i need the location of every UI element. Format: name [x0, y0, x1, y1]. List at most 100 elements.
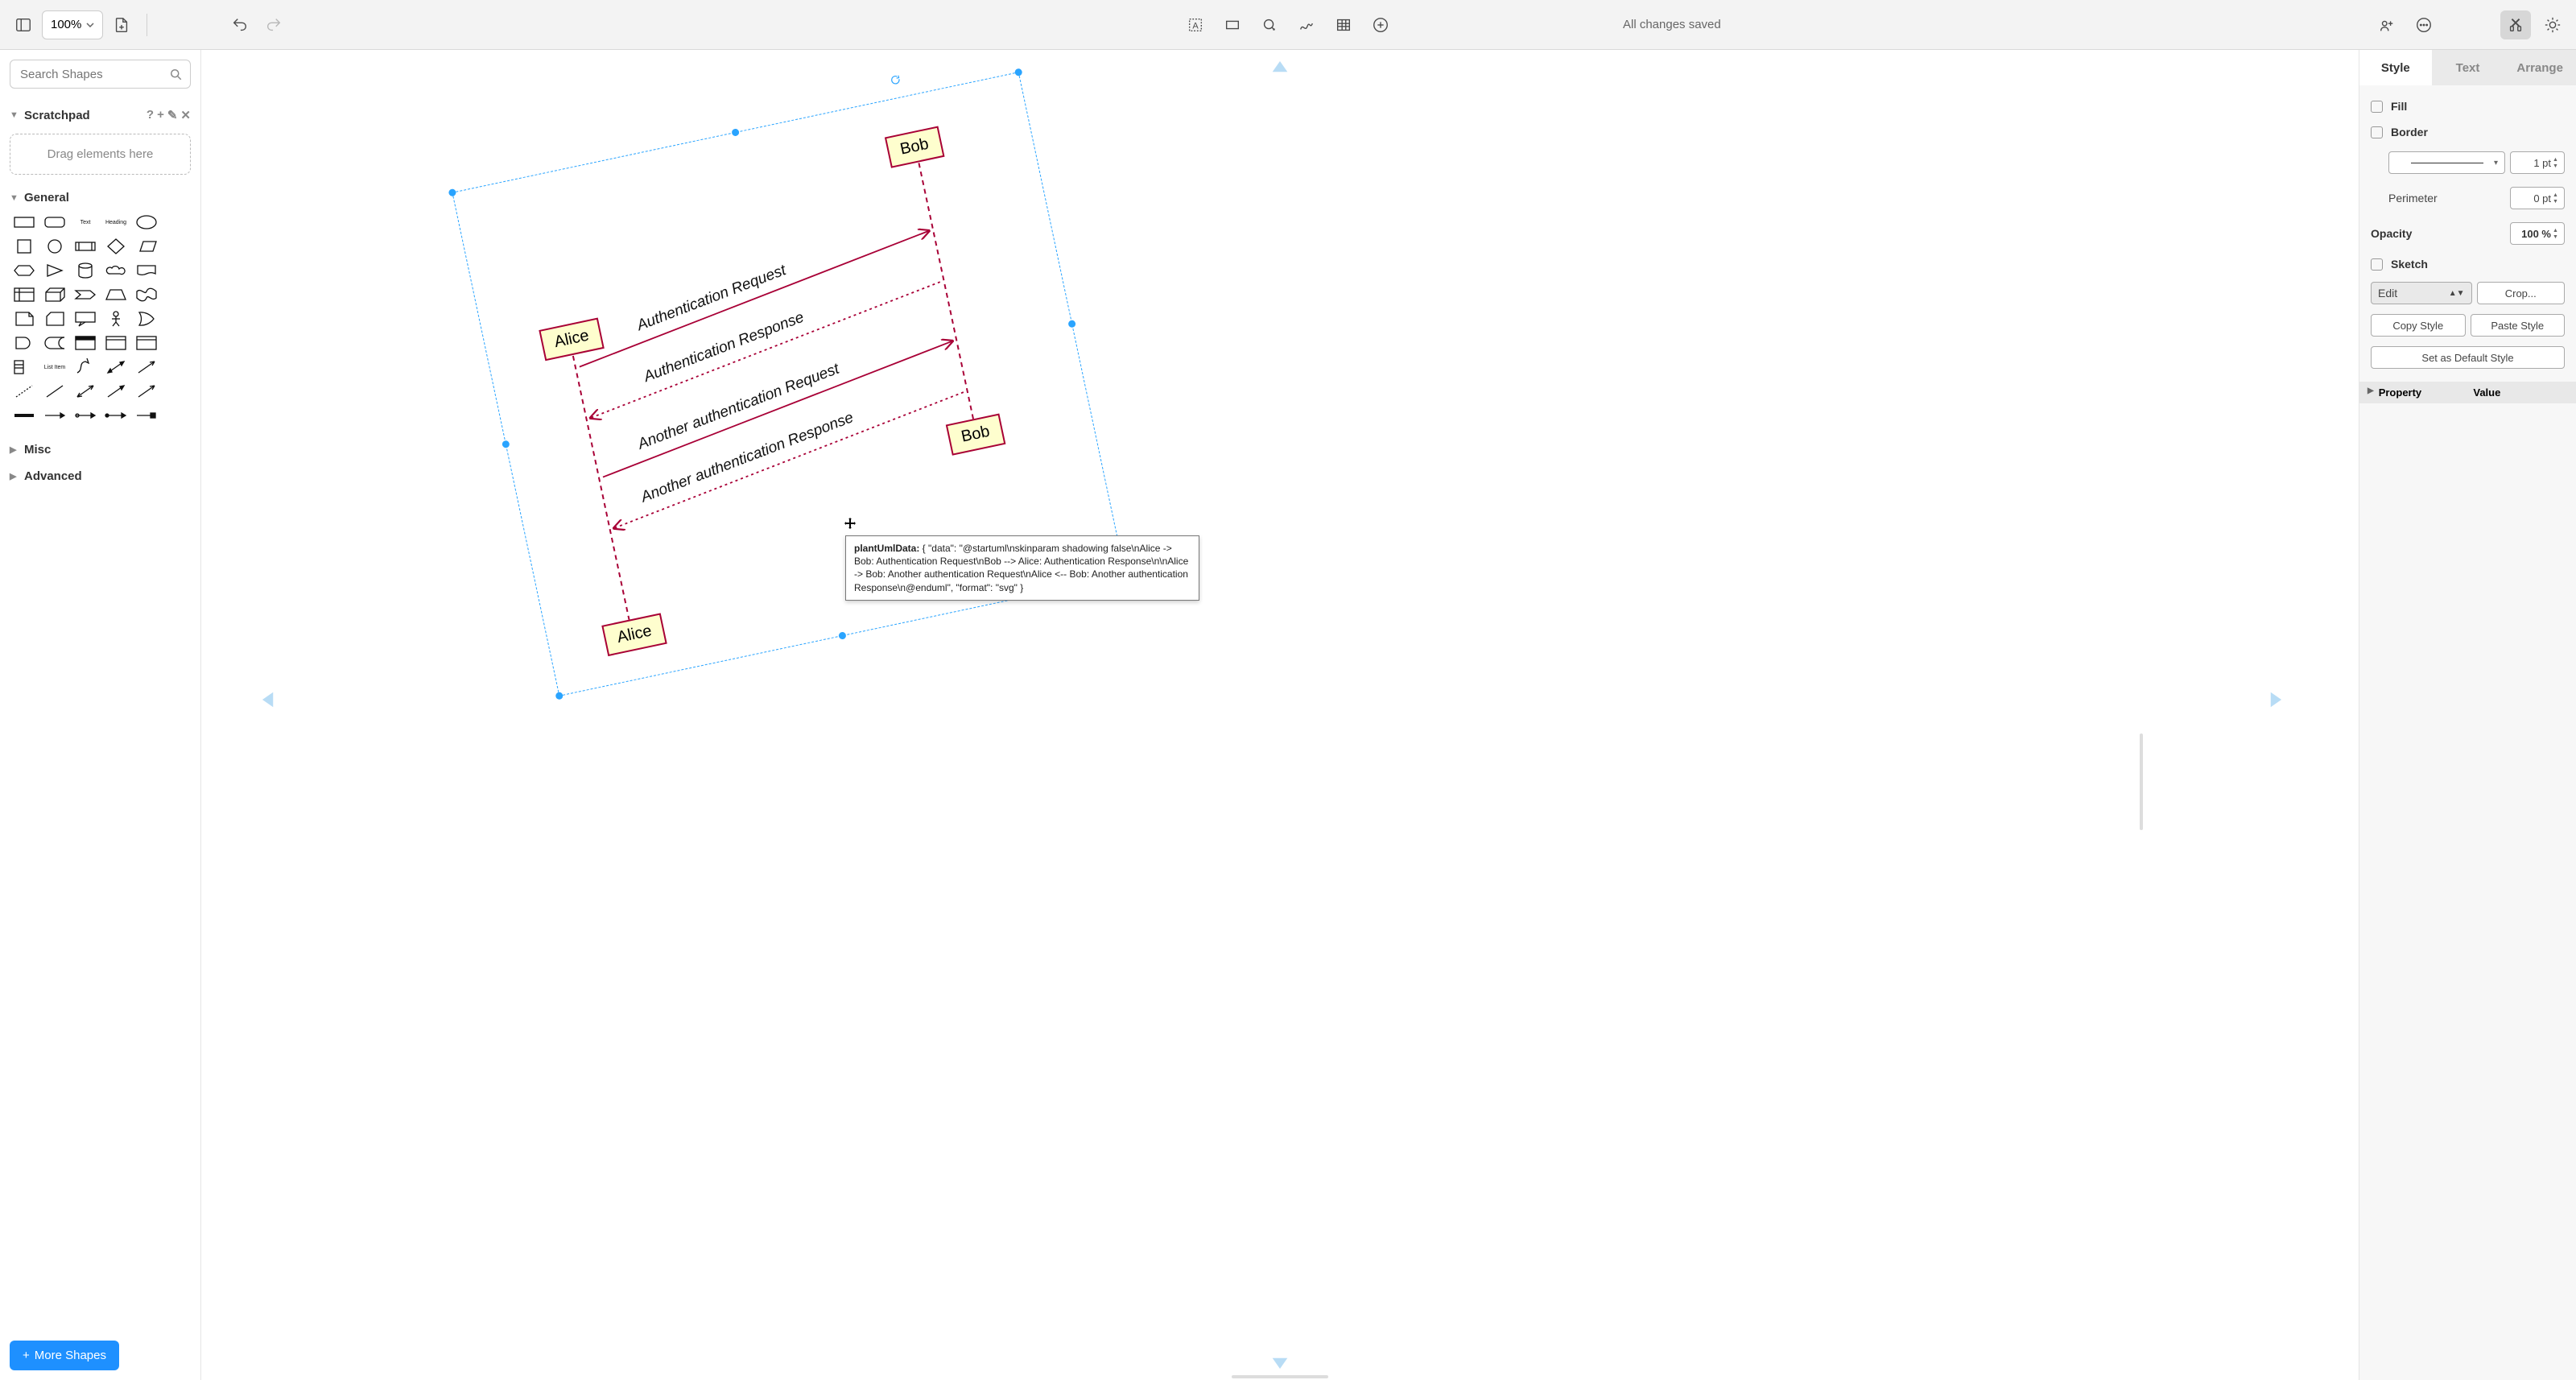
fill-checkbox[interactable] [2371, 101, 2383, 113]
nav-arrow-down[interactable] [1269, 1351, 1291, 1374]
new-page-button[interactable] [106, 10, 137, 39]
resize-handle[interactable] [555, 692, 564, 700]
shape-ellipse[interactable] [132, 211, 161, 233]
shape-heading[interactable]: Heading [101, 211, 130, 233]
shape-cylinder[interactable] [71, 259, 100, 282]
nav-arrow-right[interactable] [2264, 688, 2286, 711]
rotate-handle[interactable] [889, 73, 902, 87]
shape-conn2[interactable] [71, 404, 100, 427]
ellipse-tool-button[interactable] [1254, 10, 1285, 39]
table-tool-button[interactable] [1328, 10, 1359, 39]
shape-arrow-thin[interactable] [132, 380, 161, 403]
text-tool-button[interactable]: A [1180, 10, 1211, 39]
shape-list-item[interactable]: List Item [40, 356, 69, 378]
shape-container[interactable] [71, 332, 100, 354]
more-menu-button[interactable] [2409, 10, 2439, 39]
resize-handle[interactable] [731, 128, 740, 137]
shape-blank3[interactable] [163, 259, 192, 282]
shape-or[interactable] [132, 308, 161, 330]
shape-list[interactable] [10, 356, 39, 378]
shape-blank5[interactable] [163, 308, 192, 330]
shape-blank7[interactable] [163, 356, 192, 378]
shape-container3[interactable] [132, 332, 161, 354]
scratchpad-header[interactable]: ▼ Scratchpad ? + ✎ ✕ [10, 105, 191, 126]
redo-button[interactable] [258, 10, 289, 39]
insert-button[interactable] [1365, 10, 1396, 39]
canvas[interactable]: Alice Bob Alice Bob Authentication Reque… [201, 50, 2359, 1380]
sketch-checkbox[interactable] [2371, 258, 2383, 271]
tab-style[interactable]: Style [2359, 50, 2432, 85]
copy-style-button[interactable]: Copy Style [2371, 314, 2466, 337]
shape-blank8[interactable] [163, 380, 192, 403]
resize-handle[interactable] [1014, 68, 1023, 76]
shape-callout[interactable] [71, 308, 100, 330]
scratchpad-add-icon[interactable]: + [157, 108, 164, 122]
shape-hexagon[interactable] [10, 259, 39, 282]
shape-document[interactable] [132, 259, 161, 282]
shape-triangle[interactable] [40, 259, 69, 282]
advanced-header[interactable]: ▶ Advanced [0, 463, 200, 490]
rectangle-tool-button[interactable] [1217, 10, 1248, 39]
shape-blank[interactable] [163, 211, 192, 233]
scratchpad-drop-hint[interactable]: Drag elements here [10, 134, 191, 175]
shape-cube[interactable] [40, 283, 69, 306]
resize-handle[interactable] [502, 440, 510, 448]
general-header[interactable]: ▼ General [10, 188, 191, 208]
shape-arrow-solid[interactable] [101, 380, 130, 403]
shape-text[interactable]: Text [71, 211, 100, 233]
scratchpad-help-icon[interactable]: ? [147, 108, 154, 122]
scratchpad-close-icon[interactable]: ✕ [180, 108, 191, 122]
shape-datastore[interactable] [40, 332, 69, 354]
shape-blank9[interactable] [163, 404, 192, 427]
tab-text[interactable]: Text [2432, 50, 2504, 85]
resize-handle[interactable] [448, 188, 457, 197]
shape-parallelogram[interactable] [132, 235, 161, 258]
shape-and[interactable] [10, 332, 39, 354]
perimeter-input[interactable]: 0 pt ▲▼ [2510, 187, 2565, 209]
nav-arrow-up[interactable] [1269, 56, 1291, 79]
scratchpad-edit-icon[interactable]: ✎ [167, 108, 178, 122]
theme-toggle-button[interactable] [2537, 10, 2568, 39]
shape-square[interactable] [10, 235, 39, 258]
shape-circle[interactable] [40, 235, 69, 258]
shape-roundrect[interactable] [40, 211, 69, 233]
paste-style-button[interactable]: Paste Style [2471, 314, 2566, 337]
shape-arrow[interactable] [132, 356, 161, 378]
search-input[interactable] [10, 60, 191, 89]
shape-bidir-arrow[interactable] [101, 356, 130, 378]
more-shapes-button[interactable]: + More Shapes [10, 1341, 119, 1370]
zoom-select[interactable]: 100% [42, 10, 103, 39]
shape-conn1[interactable] [40, 404, 69, 427]
shape-conn4[interactable] [132, 404, 161, 427]
shape-thick-line[interactable] [10, 404, 39, 427]
crop-button[interactable]: Crop... [2477, 282, 2566, 304]
shape-cloud[interactable] [101, 259, 130, 282]
misc-header[interactable]: ▶ Misc [0, 436, 200, 463]
border-checkbox[interactable] [2371, 126, 2383, 138]
bottom-resizer[interactable] [1232, 1375, 1328, 1378]
shape-line[interactable] [40, 380, 69, 403]
format-panel-toggle[interactable] [2500, 10, 2531, 39]
toggle-panels-button[interactable] [8, 10, 39, 39]
share-button[interactable] [2372, 10, 2402, 39]
shape-tape[interactable] [132, 283, 161, 306]
freehand-tool-button[interactable] [1291, 10, 1322, 39]
tab-arrange[interactable]: Arrange [2504, 50, 2576, 85]
shape-actor[interactable] [101, 308, 130, 330]
shape-dashed-line[interactable] [10, 380, 39, 403]
shape-card[interactable] [40, 308, 69, 330]
resize-handle[interactable] [1067, 320, 1076, 328]
shape-rect[interactable] [10, 211, 39, 233]
shape-container2[interactable] [101, 332, 130, 354]
shape-step[interactable] [71, 283, 100, 306]
set-default-style-button[interactable]: Set as Default Style [2371, 346, 2565, 369]
shape-blank2[interactable] [163, 235, 192, 258]
shape-bidir-thin[interactable] [71, 380, 100, 403]
edit-select[interactable]: Edit ▲▼ [2371, 282, 2472, 304]
shape-note[interactable] [10, 308, 39, 330]
shape-trapezoid[interactable] [101, 283, 130, 306]
undo-button[interactable] [225, 10, 255, 39]
border-width-input[interactable]: 1 pt ▲▼ [2510, 151, 2565, 174]
right-panel-resizer[interactable] [2140, 733, 2143, 830]
shape-conn3[interactable] [101, 404, 130, 427]
